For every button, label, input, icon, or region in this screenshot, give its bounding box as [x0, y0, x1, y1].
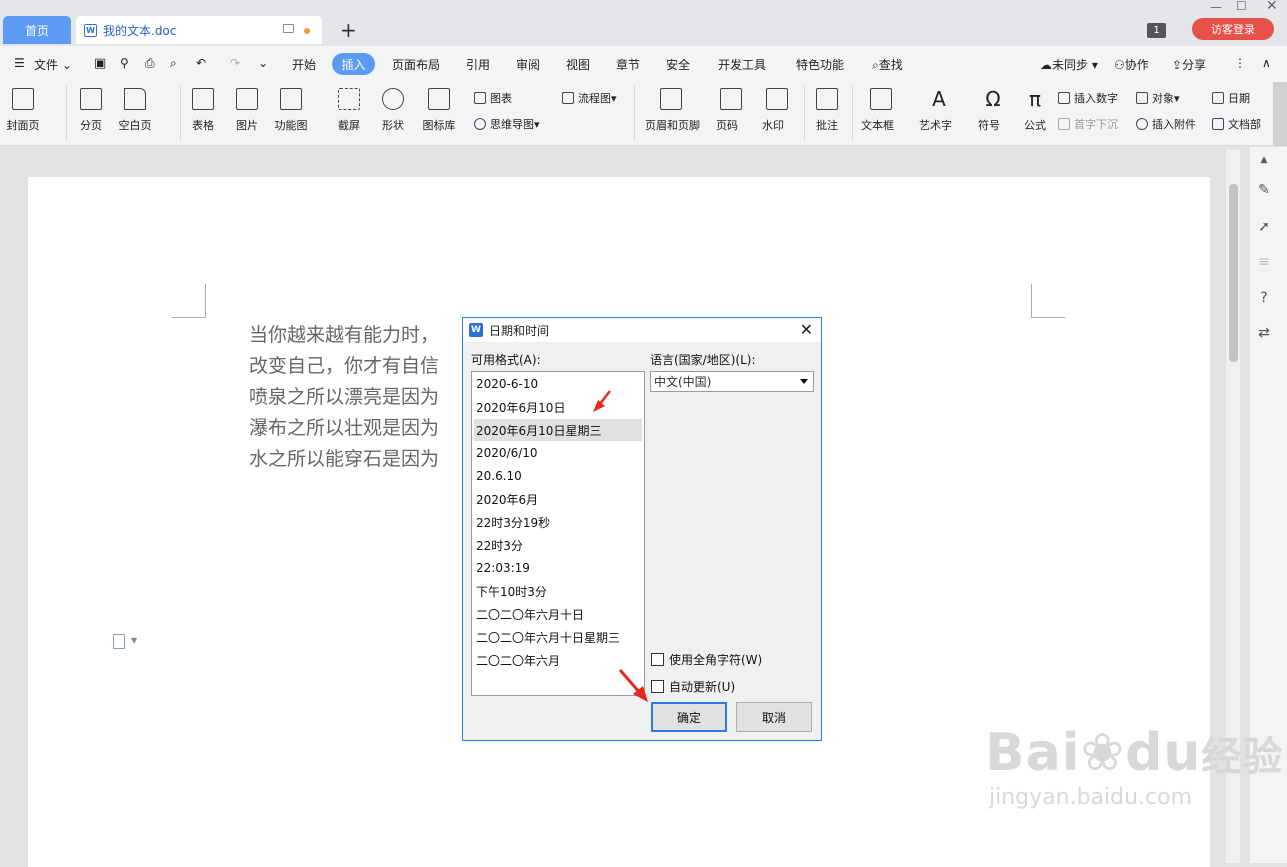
watermark-url: jingyan.baidu.com	[989, 785, 1193, 810]
watermark-cn: 经验	[1201, 734, 1284, 780]
arrow-annotation-icon	[618, 669, 648, 702]
watermark-brand-2: du	[1125, 723, 1202, 783]
paw-icon: ❀	[1080, 723, 1126, 783]
arrow-annotation-icon	[593, 390, 611, 412]
watermark-brand: Bai	[985, 723, 1081, 783]
baidu-watermark: Bai❀du经验 jingyan.baidu.com	[985, 725, 1283, 810]
